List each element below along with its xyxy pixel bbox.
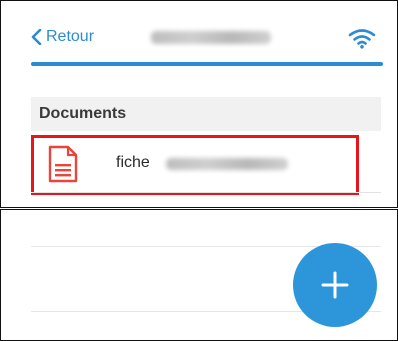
app-screen-bottom xyxy=(0,209,398,341)
plus-icon xyxy=(321,271,349,299)
redacted-title xyxy=(151,31,271,44)
header-underline xyxy=(31,62,383,66)
page-title xyxy=(151,29,271,45)
document-name: fiche xyxy=(116,154,150,171)
chevron-left-icon xyxy=(31,29,42,45)
document-item[interactable]: fiche xyxy=(31,135,359,195)
add-button[interactable] xyxy=(293,243,377,327)
app-screen-top: Retour Documents fiche xyxy=(0,0,398,208)
pdf-document-icon xyxy=(48,145,78,183)
documents-section-header: Documents xyxy=(31,97,381,131)
row-divider xyxy=(31,192,381,193)
wifi-icon xyxy=(348,29,376,49)
back-button-label: Retour xyxy=(46,28,95,45)
redacted-document-name xyxy=(166,158,288,170)
navigation-bar: Retour xyxy=(31,25,383,59)
back-button[interactable]: Retour xyxy=(31,28,94,46)
